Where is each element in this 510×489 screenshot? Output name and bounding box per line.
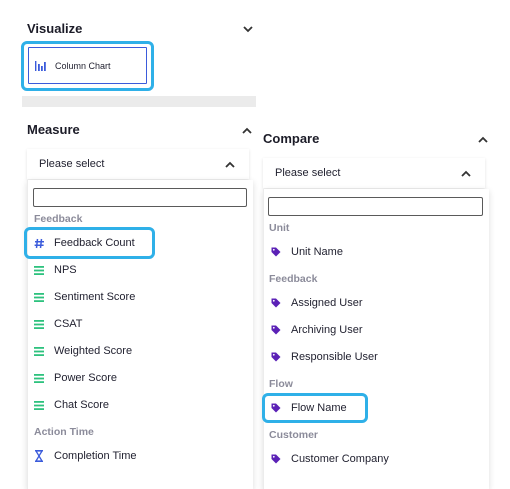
compare-item-archiving-user[interactable]: Archiving User — [271, 322, 363, 338]
compare-group-flow: Flow — [269, 378, 293, 390]
tag-icon — [271, 403, 285, 413]
item-label: Completion Time — [54, 450, 137, 462]
chevron-up-icon — [223, 157, 237, 171]
visualize-title: Visualize — [27, 21, 83, 36]
compare-title: Compare — [263, 131, 320, 146]
item-label: Customer Company — [291, 453, 389, 465]
column-chart-option[interactable]: Column Chart — [28, 47, 147, 84]
measure-item-completion-time[interactable]: Completion Time — [34, 448, 137, 464]
section-divider — [22, 96, 256, 107]
compare-item-unit-name[interactable]: Unit Name — [271, 244, 343, 260]
lines-icon — [34, 400, 48, 410]
compare-select[interactable]: Please select — [263, 158, 485, 188]
measure-item-chat-score[interactable]: Chat Score — [34, 397, 109, 413]
tag-icon — [271, 298, 285, 308]
compare-dropdown-panel — [263, 189, 489, 489]
chevron-up-icon[interactable] — [240, 123, 254, 137]
hash-icon — [34, 238, 48, 249]
compare-group-customer: Customer — [269, 429, 319, 441]
compare-search-input[interactable] — [268, 197, 483, 216]
item-label: Weighted Score — [54, 345, 133, 357]
chevron-up-icon[interactable] — [476, 132, 490, 146]
measure-group-action-time: Action Time — [34, 426, 94, 438]
item-label: Flow Name — [291, 402, 347, 414]
tag-icon — [271, 352, 285, 362]
column-chart-label: Column Chart — [55, 60, 111, 71]
lines-icon — [34, 292, 48, 302]
tag-icon — [271, 454, 285, 464]
lines-icon — [34, 346, 48, 356]
column-chart-icon — [35, 60, 48, 71]
item-label: Power Score — [54, 372, 117, 384]
measure-item-csat[interactable]: CSAT — [34, 316, 83, 332]
compare-item-responsible-user[interactable]: Responsible User — [271, 349, 378, 365]
compare-item-customer-company[interactable]: Customer Company — [271, 451, 389, 467]
item-label: NPS — [54, 264, 77, 276]
tag-icon — [271, 247, 285, 257]
measure-item-feedback-count[interactable]: Feedback Count — [34, 235, 135, 251]
item-label: Feedback Count — [54, 237, 135, 249]
measure-item-weighted-score[interactable]: Weighted Score — [34, 343, 132, 359]
item-label: Archiving User — [291, 324, 363, 336]
item-label: Responsible User — [291, 351, 378, 363]
item-label: Unit Name — [291, 246, 343, 258]
lines-icon — [34, 373, 48, 383]
measure-group-feedback: Feedback — [34, 213, 83, 225]
measure-dropdown-panel — [27, 180, 253, 489]
lines-icon — [34, 265, 48, 275]
compare-item-assigned-user[interactable]: Assigned User — [271, 295, 363, 311]
chevron-down-icon[interactable] — [241, 22, 255, 36]
hourglass-icon — [34, 450, 48, 462]
item-label: Sentiment Score — [54, 291, 136, 303]
chevron-up-icon — [459, 166, 473, 180]
measure-title: Measure — [27, 122, 80, 137]
compare-group-feedback: Feedback — [269, 273, 318, 285]
measure-select-label: Please select — [39, 158, 105, 170]
measure-item-sentiment-score[interactable]: Sentiment Score — [34, 289, 135, 305]
lines-icon — [34, 319, 48, 329]
compare-item-flow-name[interactable]: Flow Name — [271, 400, 347, 416]
measure-item-power-score[interactable]: Power Score — [34, 370, 117, 386]
item-label: Assigned User — [291, 297, 363, 309]
measure-select[interactable]: Please select — [27, 149, 249, 179]
item-label: CSAT — [54, 318, 83, 330]
measure-item-nps[interactable]: NPS — [34, 262, 77, 278]
item-label: Chat Score — [54, 399, 110, 411]
compare-group-unit: Unit — [269, 222, 290, 234]
measure-search-input[interactable] — [33, 188, 247, 207]
tag-icon — [271, 325, 285, 335]
compare-select-label: Please select — [275, 167, 341, 179]
